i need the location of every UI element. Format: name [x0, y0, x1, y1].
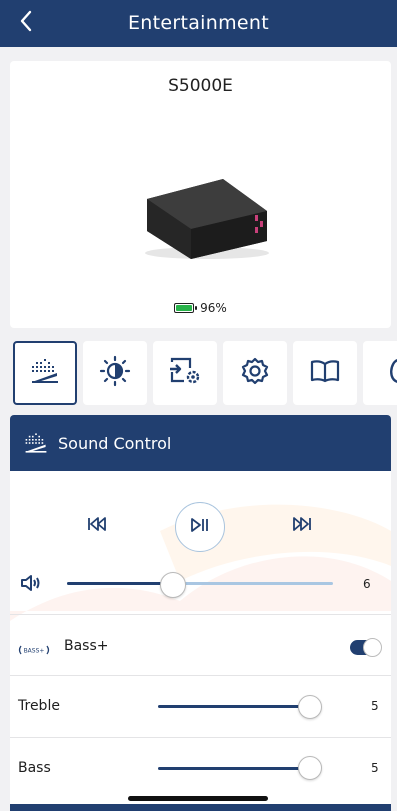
- section-title: Sound Control: [58, 433, 172, 453]
- battery-icon: [174, 303, 198, 313]
- bass-label: Bass: [18, 760, 51, 776]
- tab-input-settings[interactable]: [153, 341, 217, 405]
- partial-icon: [380, 356, 397, 390]
- battery-status: 96%: [10, 301, 391, 315]
- tab-more[interactable]: [363, 341, 397, 405]
- bass-plus-toggle[interactable]: [350, 638, 382, 657]
- divider: [10, 675, 391, 676]
- book-icon: [309, 359, 341, 387]
- divider: [10, 614, 391, 615]
- svg-text:BASS+: BASS+: [24, 648, 45, 655]
- tab-sound[interactable]: [13, 341, 77, 405]
- volume-track-fill: [67, 582, 174, 585]
- bass-knob[interactable]: [298, 756, 322, 780]
- device-card: S5000E 96%: [10, 61, 391, 328]
- toggle-knob: [363, 638, 382, 657]
- device-model: S5000E: [168, 76, 233, 96]
- tab-manual[interactable]: [293, 341, 357, 405]
- page-title: Entertainment: [127, 12, 269, 34]
- volume-value: 6: [363, 577, 371, 591]
- bass-plus-label: Bass+: [64, 638, 109, 654]
- bass-track: [158, 767, 310, 770]
- speaker-image: [135, 171, 280, 261]
- tab-light[interactable]: [83, 341, 147, 405]
- skip-forward-icon: [292, 516, 312, 535]
- divider: [10, 737, 391, 738]
- treble-value: 5: [371, 699, 379, 713]
- treble-track: [158, 705, 310, 708]
- gear-icon: [241, 357, 269, 389]
- battery-percent: 96%: [200, 301, 227, 315]
- treble-knob[interactable]: [298, 695, 322, 719]
- equalizer-icon: [30, 358, 60, 388]
- speaker-icon: [20, 574, 42, 596]
- light-icon: [99, 355, 131, 391]
- sound-control-panel: 6 BASS+ Bass+ Treble 5 Bass 5: [10, 471, 391, 811]
- treble-label: Treble: [18, 698, 60, 714]
- bass-value: 5: [371, 761, 379, 775]
- skip-back-icon: [87, 516, 107, 535]
- bottom-bar: [10, 804, 391, 811]
- play-pause-button[interactable]: [175, 502, 225, 552]
- equalizer-icon: [24, 432, 48, 454]
- input-settings-icon: [168, 356, 202, 390]
- play-pause-icon: [190, 517, 210, 537]
- feature-tabs: [0, 341, 397, 407]
- previous-button[interactable]: [87, 516, 107, 535]
- home-indicator[interactable]: [128, 796, 268, 801]
- next-button[interactable]: [292, 516, 312, 535]
- tab-settings[interactable]: [223, 341, 287, 405]
- bass-plus-badge: BASS+: [18, 641, 50, 660]
- app-header: Entertainment: [0, 0, 397, 47]
- sound-control-header: Sound Control: [10, 415, 391, 471]
